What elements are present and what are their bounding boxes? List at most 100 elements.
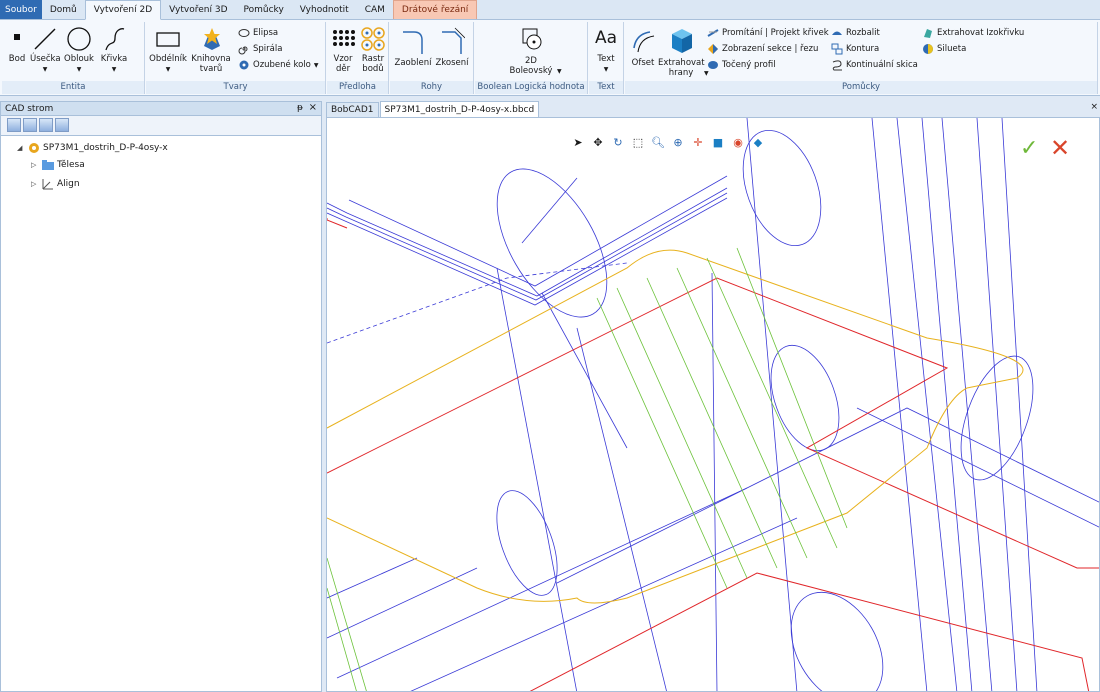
tab-vytvoreni-3d[interactable]: Vytvoření 3D — [161, 0, 235, 19]
gear-icon — [239, 60, 249, 70]
rastr-bodu-button[interactable]: Rastr bodů — [359, 26, 387, 74]
offset-icon — [633, 31, 655, 53]
tab-domu[interactable]: Domů — [42, 0, 85, 19]
zkoseni-label: Zkosení — [435, 58, 469, 68]
section-view-icon — [708, 44, 718, 54]
wireframe-drawing[interactable] — [327, 118, 1100, 692]
tree-item-telesa-label: Tělesa — [57, 160, 85, 170]
pan-icon[interactable]: ✥ — [590, 135, 606, 149]
knihovna-label: Knihovna tvarů — [191, 54, 231, 74]
rastr-label: Rastr bodů — [361, 54, 385, 74]
curve-icon — [105, 28, 125, 51]
ofset-label: Ofset — [631, 58, 655, 68]
rozbalit-button[interactable]: Rozbalit — [831, 27, 880, 39]
group-label-tvary: Tvary — [146, 81, 325, 94]
zaobleni-button[interactable]: Zaoblení — [394, 26, 432, 68]
usecka-button[interactable]: Úsečka ▼ — [30, 26, 61, 75]
layers-icon[interactable] — [55, 118, 69, 132]
extract-edges-icon — [672, 29, 692, 53]
promitani-button[interactable]: Promítání | Projekt křivek — [707, 27, 829, 39]
silhouette-icon — [923, 44, 933, 54]
group-label-pomucky: Pomůcky — [625, 81, 1097, 94]
extrahovat-izokrivku-button[interactable]: Extrahovat Izokřivku — [922, 27, 1024, 39]
toceny-profil-button[interactable]: Točený profil — [707, 59, 776, 71]
tab-dratove-rezani[interactable]: Drátové řezání — [392, 0, 478, 19]
doc-tab-bobcad1[interactable]: BobCAD1 — [326, 102, 379, 117]
line-icon — [34, 28, 56, 50]
circle-icon — [67, 27, 91, 51]
group-entita: Bod Úsečka ▼ Oblouk ▼ Křivka ▼ Entita — [2, 22, 145, 94]
tree-item-telesa[interactable]: ▷ Tělesa — [31, 160, 85, 170]
group-text: Aa Text ▼ Text — [589, 22, 624, 94]
spirala-label: Spirála — [253, 44, 283, 54]
tab-vyhodnotit[interactable]: Vyhodnotit — [292, 0, 357, 19]
tab-cam[interactable]: CAM — [357, 0, 393, 19]
shading-icon[interactable]: ◆ — [750, 135, 766, 149]
oblouk-label: Oblouk — [64, 54, 94, 64]
cad-tree: ◢ SP73M1_dostrih_D-P-4osy-x ▷ Tělesa ▷ A… — [0, 135, 322, 692]
collapse-icon[interactable]: ▷ — [31, 180, 39, 188]
visibility-icon[interactable]: ◉ — [730, 135, 746, 149]
izokrivku-label: Extrahovat Izokřivku — [937, 28, 1025, 38]
select-arrow-icon[interactable]: ➤ — [570, 135, 586, 149]
zobrazeni-sekce-button[interactable]: Zobrazení sekce | řezu — [707, 43, 818, 55]
rotate-icon[interactable]: ↻ — [610, 135, 626, 149]
accept-check-icon[interactable]: ✓ — [1020, 136, 1038, 161]
eraser-icon[interactable] — [23, 118, 37, 132]
bod-button[interactable]: Bod — [6, 26, 28, 64]
close-icon[interactable]: × — [309, 102, 317, 113]
kontinualni-skica-button[interactable]: Kontinuální skica — [831, 59, 918, 71]
kontura-button[interactable]: Kontura — [831, 43, 879, 55]
view-cube-icon[interactable]: ■ — [710, 135, 726, 149]
promitani-label: Promítání | Projekt křivek — [722, 28, 829, 38]
cad-viewport[interactable]: ➤ ✥ ↻ ⬚ 🔍︎ ⊕ ✛ ■ ◉ ◆ ✓ ✕ — [326, 117, 1100, 692]
obdelnik-label: Obdélník — [149, 54, 187, 64]
toceny-label: Točený profil — [722, 60, 776, 70]
ozubene-kolo-button[interactable]: Ozubené kolo ▼ — [238, 59, 319, 71]
tree-item-align[interactable]: ▷ Align — [31, 178, 80, 190]
axis-icon[interactable]: ✛ — [690, 135, 706, 149]
oblouk-button[interactable]: Oblouk ▼ — [62, 26, 96, 75]
krivka-label: Křivka — [100, 54, 128, 64]
vzor-der-button[interactable]: Vzor děr — [330, 26, 356, 74]
silueta-button[interactable]: Silueta — [922, 43, 966, 55]
zoom-window-icon[interactable]: ⬚ — [630, 135, 646, 149]
tab-soubor[interactable]: Soubor — [0, 0, 42, 19]
tab-vytvoreni-2d[interactable]: Vytvoření 2D — [84, 0, 162, 20]
group-boolean: 2D Boleovský ▼ Boolean Logická hodnota — [475, 22, 588, 94]
extrahovat-hrany-button[interactable]: Extrahovat hrany ▼ — [658, 26, 709, 79]
ofset-button[interactable]: Ofset — [628, 26, 658, 68]
zobrazeni-label: Zobrazení sekce | řezu — [722, 44, 819, 54]
kolo-label: Ozubené kolo — [253, 60, 311, 70]
rozbalit-label: Rozbalit — [846, 28, 880, 38]
silueta-label: Silueta — [937, 44, 967, 54]
blue-wireframe — [327, 118, 1099, 691]
knihovna-tvaru-button[interactable]: Knihovna tvarů — [190, 26, 232, 74]
projection-icon — [707, 29, 719, 37]
boolean-icon — [522, 28, 542, 50]
continuous-sketch-icon — [832, 60, 842, 71]
search-icon[interactable] — [39, 118, 53, 132]
pin-icon[interactable]: ᵽ — [297, 103, 303, 113]
elipsa-button[interactable]: Elipsa — [238, 27, 278, 39]
2d-boleovsky-button[interactable]: 2D Boleovský ▼ — [505, 26, 562, 77]
collapse-icon[interactable]: ▷ — [31, 161, 39, 169]
obdelnik-button[interactable]: Obdélník ▼ — [148, 26, 188, 75]
group-rohy: Zaoblení Zkosení Rohy — [390, 22, 474, 94]
tab-pomucky[interactable]: Pomůcky — [236, 0, 292, 19]
zkoseni-button[interactable]: Zkosení — [434, 26, 470, 68]
folder-icon — [42, 160, 54, 170]
doc-tab-active[interactable]: SP73M1_dostrih_D-P-4osy-x.bbcd — [379, 101, 540, 117]
text-button[interactable]: Aa Text ▼ — [591, 26, 621, 75]
refresh-icon[interactable] — [7, 118, 21, 132]
zoom-fit-icon[interactable]: ⊕ — [670, 135, 686, 149]
vzor-label: Vzor děr — [333, 54, 353, 74]
cancel-x-icon[interactable]: ✕ — [1050, 134, 1070, 162]
zoom-icon[interactable]: 🔍︎ — [650, 135, 666, 149]
expand-icon[interactable]: ◢ — [17, 144, 25, 152]
krivka-button[interactable]: Křivka ▼ — [98, 26, 130, 75]
close-icon[interactable]: × — [1090, 102, 1098, 112]
tree-root[interactable]: ◢ SP73M1_dostrih_D-P-4osy-x — [17, 142, 168, 154]
chamfer-icon — [442, 27, 465, 54]
spirala-button[interactable]: Spirála — [238, 43, 282, 55]
